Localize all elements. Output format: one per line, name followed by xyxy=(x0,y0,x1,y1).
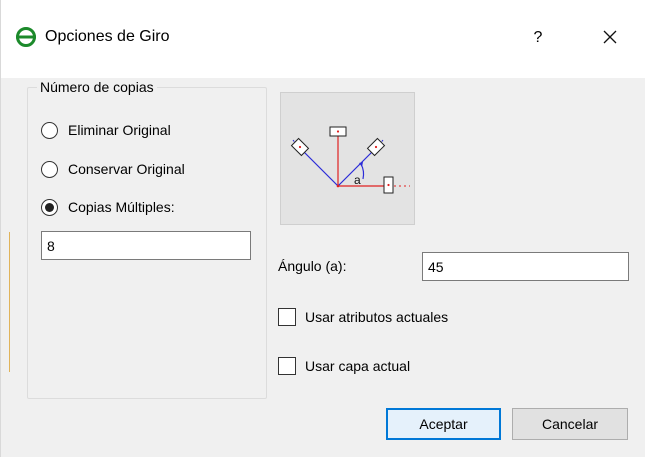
checkbox-label: Usar capa actual xyxy=(305,358,411,374)
checkbox-box[interactable] xyxy=(278,308,296,326)
cancel-button[interactable]: Cancelar xyxy=(512,408,628,440)
rotation-diagram-icon: a xyxy=(290,126,410,194)
radio-multiple-copies[interactable]: Copias Múltiples: xyxy=(41,196,175,218)
close-button[interactable] xyxy=(587,18,633,58)
checkbox-use-current-attributes[interactable]: Usar atributos actuales xyxy=(278,306,448,328)
copies-group-title: Número de copias xyxy=(37,79,157,95)
angle-marker-label: a xyxy=(354,173,361,187)
angle-input[interactable]: 45 xyxy=(422,252,629,281)
checkbox-use-current-layer[interactable]: Usar capa actual xyxy=(278,355,410,377)
radio-circle[interactable] xyxy=(41,121,58,139)
window-edge-accent xyxy=(9,232,10,372)
title-bar: Opciones de Giro ? xyxy=(1,0,645,78)
checkbox-label: Usar atributos actuales xyxy=(305,309,449,325)
rotation-preview: a xyxy=(280,92,415,225)
angle-label: Ángulo (a): xyxy=(278,258,347,274)
checkbox-box[interactable] xyxy=(278,357,296,375)
rotate-options-dialog: Opciones de Giro ? Número de copias Elim… xyxy=(0,0,645,457)
copies-count-input[interactable]: 8 xyxy=(41,231,251,260)
help-button[interactable]: ? xyxy=(515,18,561,58)
radio-label: Copias Múltiples: xyxy=(68,199,175,215)
radio-label: Conservar Original xyxy=(68,161,185,177)
close-icon xyxy=(603,30,617,47)
radio-delete-original[interactable]: Eliminar Original xyxy=(41,119,171,141)
app-logo-icon xyxy=(15,26,37,48)
radio-circle[interactable] xyxy=(41,160,58,178)
accept-button[interactable]: Aceptar xyxy=(386,408,501,440)
dialog-title: Opciones de Giro xyxy=(45,28,170,45)
radio-label: Eliminar Original xyxy=(68,122,171,138)
radio-keep-original[interactable]: Conservar Original xyxy=(41,158,185,180)
radio-circle[interactable] xyxy=(41,198,58,216)
